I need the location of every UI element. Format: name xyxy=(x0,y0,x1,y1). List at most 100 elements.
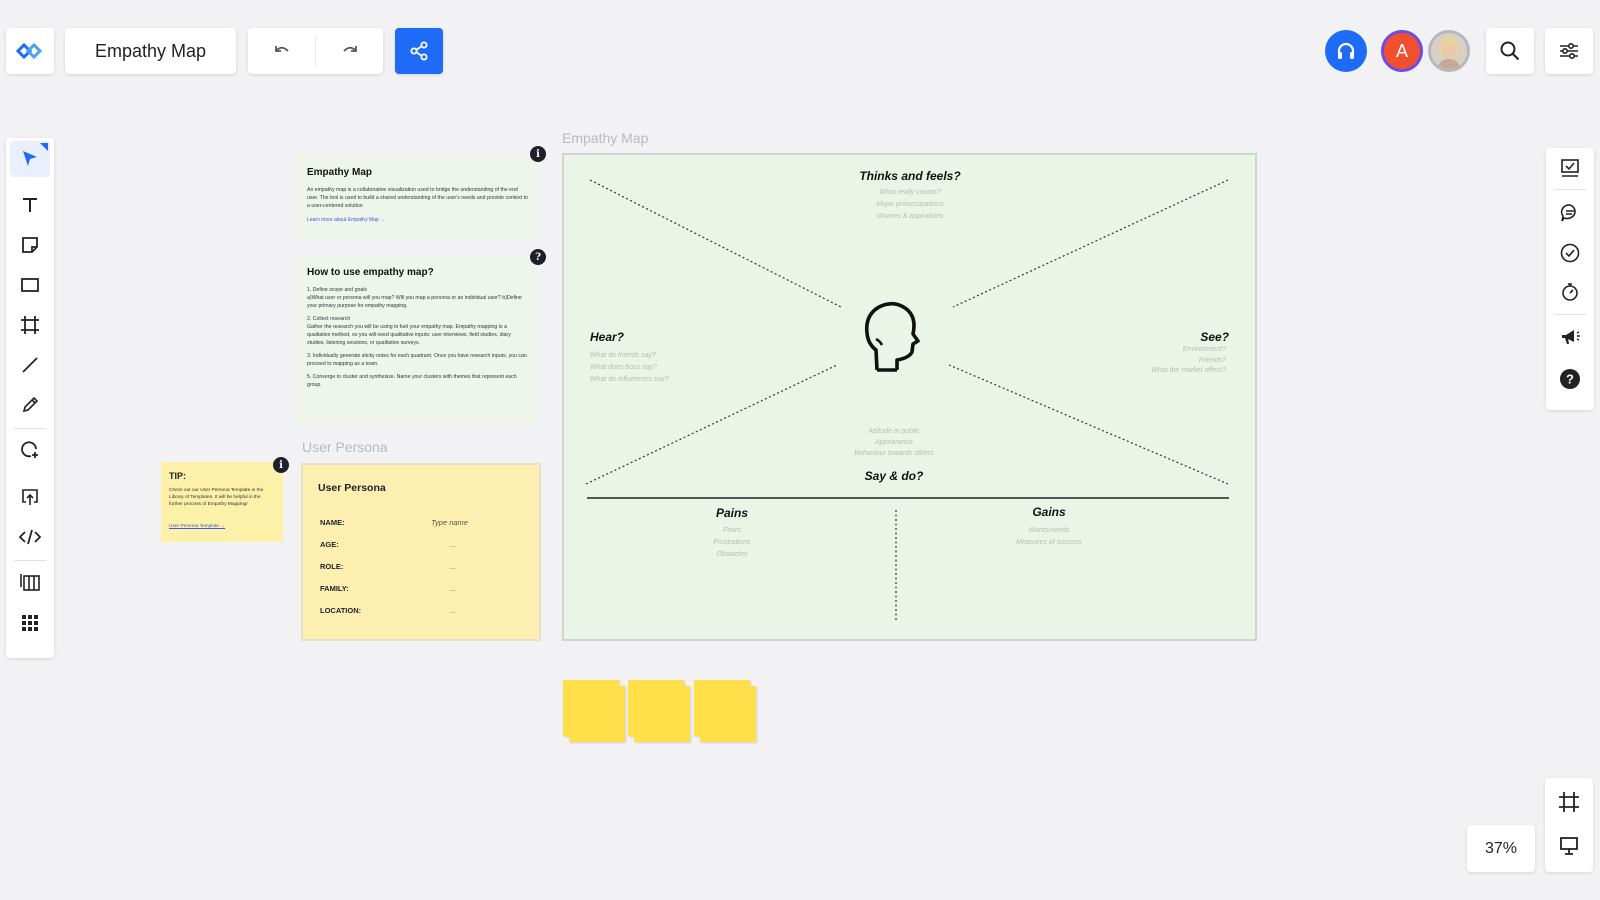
comments-button[interactable] xyxy=(1550,196,1590,230)
info-note-body: An empathy map is a collaborative visual… xyxy=(307,187,528,209)
text-tool[interactable] xyxy=(10,187,50,223)
avatar-photo[interactable] xyxy=(1428,30,1470,72)
checkmark-circle-icon xyxy=(1560,243,1580,263)
upload-tool[interactable] xyxy=(10,479,50,515)
persona-label: FAMILY: xyxy=(320,584,349,593)
settings-button[interactable] xyxy=(1545,28,1593,74)
code-icon xyxy=(19,529,41,545)
line-icon xyxy=(22,357,38,373)
cursor-icon xyxy=(23,151,37,166)
persona-value[interactable]: ... xyxy=(450,562,456,571)
redo-icon xyxy=(342,46,357,52)
sticky-note-tool[interactable] xyxy=(10,227,50,263)
corner-indicator-icon xyxy=(40,143,48,151)
persona-title: User Persona xyxy=(318,482,386,494)
avatar[interactable]: A xyxy=(1381,30,1423,72)
sticky-note xyxy=(700,686,756,742)
audio-call-button[interactable] xyxy=(1325,30,1367,72)
sticky-note-stack[interactable] xyxy=(628,680,690,742)
pains-hint: Fears Frustrations Obstacles xyxy=(713,527,751,558)
board-title-field[interactable]: Empathy Map xyxy=(65,28,236,74)
persona-value[interactable]: ... xyxy=(450,584,456,593)
toolbar-separator xyxy=(1554,189,1586,190)
howto-note[interactable]: How to use empathy map? 1. Define scope … xyxy=(297,255,539,423)
presentation-icon xyxy=(1560,837,1578,855)
megaphone-icon xyxy=(1562,330,1580,344)
redo-button[interactable] xyxy=(316,28,383,74)
tip-title: TIP: xyxy=(169,471,186,481)
tip-link[interactable]: User Persona Template → xyxy=(169,524,225,529)
info-note-link[interactable]: Learn more about Empathy Map → xyxy=(307,217,385,223)
zoom-level: 37% xyxy=(1484,839,1518,857)
tasks-button[interactable] xyxy=(1550,236,1590,270)
pen-tool[interactable] xyxy=(10,387,50,423)
info-icon[interactable]: i xyxy=(273,457,289,473)
howto-step: 1. Define scope and goals a)What user or… xyxy=(307,287,522,309)
lasso-icon xyxy=(21,441,38,458)
empathy-map-info-note[interactable]: Empathy Map An empathy map is a collabor… xyxy=(297,155,539,240)
view-controls xyxy=(1545,778,1593,872)
say-title: Say & do? xyxy=(864,469,924,483)
sticky-note-stack[interactable] xyxy=(694,680,756,742)
tip-body: Check out our User Persona Template in t… xyxy=(169,488,264,507)
text-icon xyxy=(23,198,37,212)
sticky-note xyxy=(563,680,593,710)
info-note-title: Empathy Map xyxy=(307,167,373,178)
sticky-note-icon xyxy=(22,237,38,253)
help-badge-icon[interactable]: ? xyxy=(530,249,546,265)
grid-icon xyxy=(22,615,38,631)
pains-title: Pains xyxy=(715,506,748,520)
upload-icon xyxy=(22,489,38,505)
right-toolbar: ? xyxy=(1546,148,1594,410)
persona-label: ROLE: xyxy=(320,562,344,571)
sticky-note-stack[interactable] xyxy=(563,680,625,742)
user-persona-frame-label[interactable]: User Persona xyxy=(302,439,388,455)
logo-button[interactable] xyxy=(6,28,54,74)
rectangle-icon xyxy=(21,278,39,292)
lasso-tool[interactable] xyxy=(10,432,50,468)
line-tool[interactable] xyxy=(10,347,50,383)
persona-value[interactable]: ... xyxy=(450,540,456,549)
sliders-icon xyxy=(1560,42,1578,60)
apps-tool[interactable] xyxy=(10,605,50,641)
timer-button[interactable] xyxy=(1550,275,1590,309)
info-icon[interactable]: i xyxy=(530,146,546,162)
board-review-button[interactable] xyxy=(1550,151,1590,185)
shape-tool[interactable] xyxy=(10,267,50,303)
embed-tool[interactable] xyxy=(10,519,50,555)
avatar-initial: A xyxy=(1395,40,1408,61)
svg-text:?: ? xyxy=(1566,372,1574,387)
zoom-control[interactable]: 37% xyxy=(1467,825,1535,872)
undo-redo-group xyxy=(248,28,383,74)
presentation-button[interactable] xyxy=(1549,828,1589,864)
announce-button[interactable] xyxy=(1550,320,1590,354)
say-hint: Attitude in public Appearance Behaviour to… xyxy=(854,428,934,457)
select-tool[interactable] xyxy=(10,141,50,177)
search-button[interactable] xyxy=(1486,28,1534,74)
comments-icon xyxy=(1560,204,1576,222)
gains-hint: Wants/needs Measures of success xyxy=(1016,527,1082,546)
howto-step: 5. Converge to cluster and synthesize. N… xyxy=(307,374,517,388)
frame-tool[interactable] xyxy=(10,307,50,343)
timer-icon xyxy=(1562,283,1578,301)
undo-button[interactable] xyxy=(248,28,315,74)
persona-value[interactable]: Type name xyxy=(431,518,468,527)
toolbar-separator xyxy=(1554,314,1586,315)
frame-icon xyxy=(1559,792,1579,812)
board-review-icon xyxy=(1561,159,1579,177)
user-persona-card[interactable]: User Persona NAME: Type name AGE: ... RO… xyxy=(301,463,541,641)
head-icon xyxy=(864,301,920,372)
search-icon xyxy=(1500,41,1520,61)
persona-value[interactable]: ... xyxy=(450,606,456,615)
help-button[interactable]: ? xyxy=(1550,362,1590,396)
empathy-map-frame-label[interactable]: Empathy Map xyxy=(562,130,648,146)
tip-note[interactable]: TIP: Check out our User Persona Template… xyxy=(161,462,283,542)
persona-label: AGE: xyxy=(320,540,339,549)
empathy-map-frame[interactable]: Thinks and feels? What really counts? Maj… xyxy=(562,153,1257,641)
undo-icon xyxy=(274,46,289,52)
gains-title: Gains xyxy=(1032,505,1066,519)
share-button[interactable] xyxy=(395,28,443,74)
templates-tool[interactable] xyxy=(10,564,50,600)
persona-label: LOCATION: xyxy=(320,606,362,615)
frames-button[interactable] xyxy=(1549,784,1589,820)
